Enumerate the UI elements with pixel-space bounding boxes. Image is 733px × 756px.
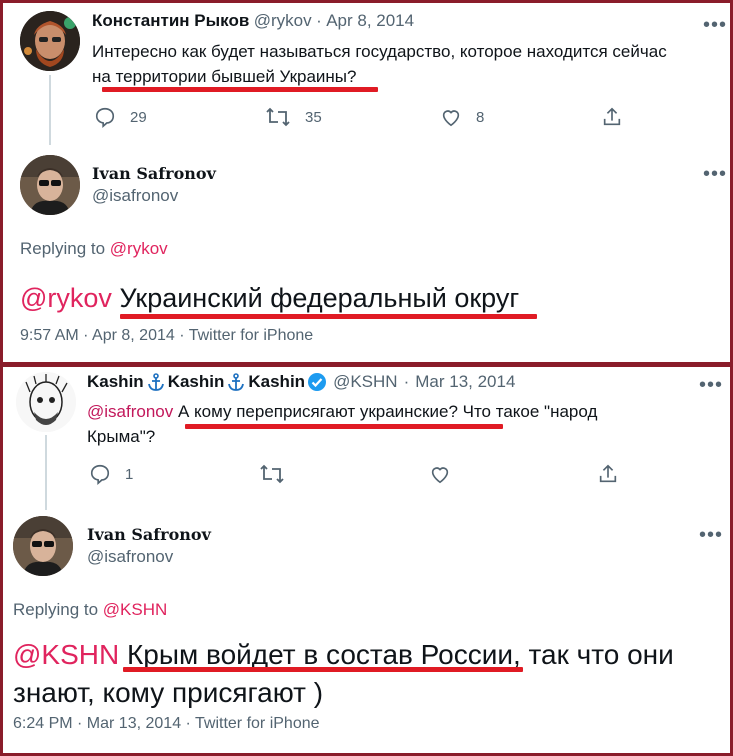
reply-count: 29 [130, 108, 147, 126]
heart-icon [431, 467, 449, 484]
retweet-count: 35 [305, 108, 322, 126]
author-name[interactable]: Константин Рыков [92, 11, 249, 30]
reply-button[interactable]: 1 [89, 463, 133, 485]
replying-to-handle[interactable]: @KSHN [103, 600, 168, 619]
thread-line [49, 75, 51, 145]
reply-author-name[interactable]: Ivan Safronov [92, 164, 216, 183]
share-button[interactable] [597, 463, 619, 485]
reply-mention[interactable]: @KSHN [13, 639, 119, 670]
more-icon[interactable]: ••• [703, 15, 727, 35]
like-button[interactable] [429, 463, 451, 485]
retweet-button[interactable] [259, 463, 285, 485]
avatar-safronov[interactable] [20, 155, 80, 215]
more-icon[interactable]: ••• [703, 164, 727, 184]
tweet-text: Интересно как будет называться государст… [92, 39, 722, 89]
highlight-underline [120, 314, 537, 319]
reply-author-handle[interactable]: @isafronov [92, 186, 216, 206]
tweet-text-line-2: на территории бывшей Украины? [92, 67, 357, 86]
tweet-date[interactable]: Apr 8, 2014 [326, 11, 414, 30]
retweet-icon [260, 464, 284, 484]
avatar-safronov[interactable] [13, 516, 73, 576]
verified-badge-icon [308, 373, 327, 391]
screenshot-panel-2: Kashin Kashin Kashin @KSHN · Mar 13, 201… [3, 367, 730, 753]
reply-icon [90, 464, 110, 485]
tweet-header: Константин Рыков @rykov · Apr 8, 2014 [92, 11, 415, 30]
anchor-icon [147, 373, 164, 391]
share-button[interactable] [601, 106, 623, 128]
share-icon [603, 107, 621, 126]
reply-timestamp[interactable]: 9:57 AM · Apr 8, 2014 · Twitter for iPho… [20, 327, 313, 345]
author-handle[interactable]: @rykov [254, 11, 312, 30]
more-icon[interactable]: ••• [699, 375, 723, 395]
author-name-part-3[interactable]: Kashin [248, 372, 305, 392]
reply-header: Ivan Safronov @isafronov [92, 164, 216, 206]
tweet-header: Kashin Kashin Kashin @KSHN · Mar 13, 201… [87, 372, 516, 392]
author-name-part-1[interactable]: Kashin [87, 372, 144, 392]
avatar-kashin[interactable] [16, 372, 76, 432]
reply-button[interactable]: 29 [94, 106, 147, 128]
reply-timestamp[interactable]: 6:24 PM · Mar 13, 2014 · Twitter for iPh… [13, 715, 320, 733]
highlight-underline [102, 87, 378, 92]
tweet-mention[interactable]: @isafronov [87, 402, 173, 421]
avatar-rykov[interactable] [20, 11, 80, 71]
screenshot-panel-1: Константин Рыков @rykov · Apr 8, 2014 ••… [3, 3, 730, 362]
reply-mention[interactable]: @rykov [20, 283, 112, 313]
heart-icon [442, 110, 460, 127]
like-button[interactable]: 8 [440, 106, 484, 128]
reply-icon [95, 107, 115, 128]
replying-to-label: Replying to [20, 239, 106, 258]
anchor-icon [228, 373, 245, 391]
reply-count: 1 [125, 465, 134, 483]
replying-to: Replying to @KSHN [13, 600, 167, 620]
author-handle[interactable]: @KSHN [333, 372, 398, 392]
reply-text: @rykov Украинский федеральный округ [20, 280, 519, 316]
reply-body-line-2: знают, кому присягают ) [13, 677, 324, 708]
replying-to-label: Replying to [13, 600, 99, 619]
reply-body: Украинский федеральный округ [119, 283, 520, 313]
tweet-text-line-1: Интересно как будет называться государст… [92, 42, 667, 61]
reply-text: @KSHN Крым войдет в состав России, так ч… [13, 636, 713, 712]
reply-header: Ivan Safronov @isafronov [87, 525, 211, 567]
thread-line [45, 435, 47, 510]
retweet-button[interactable]: 35 [265, 106, 322, 128]
highlight-underline [185, 424, 503, 429]
reply-author-handle[interactable]: @isafronov [87, 547, 211, 567]
author-name-part-2[interactable]: Kashin [168, 372, 225, 392]
replying-to-handle[interactable]: @rykov [110, 239, 168, 258]
more-icon[interactable]: ••• [699, 525, 723, 545]
highlight-underline [123, 667, 523, 672]
replying-to: Replying to @rykov [20, 239, 168, 259]
reply-author-name[interactable]: Ivan Safronov [87, 525, 211, 544]
share-icon [599, 464, 617, 483]
tweet-date[interactable]: Mar 13, 2014 [415, 372, 515, 392]
reply-body-line-1: Крым войдет в состав России, так что они [127, 639, 674, 670]
retweet-icon [266, 107, 290, 127]
tweet-text-line-1: А кому переприсягают украинские? Что так… [177, 402, 598, 421]
like-count: 8 [476, 108, 485, 126]
